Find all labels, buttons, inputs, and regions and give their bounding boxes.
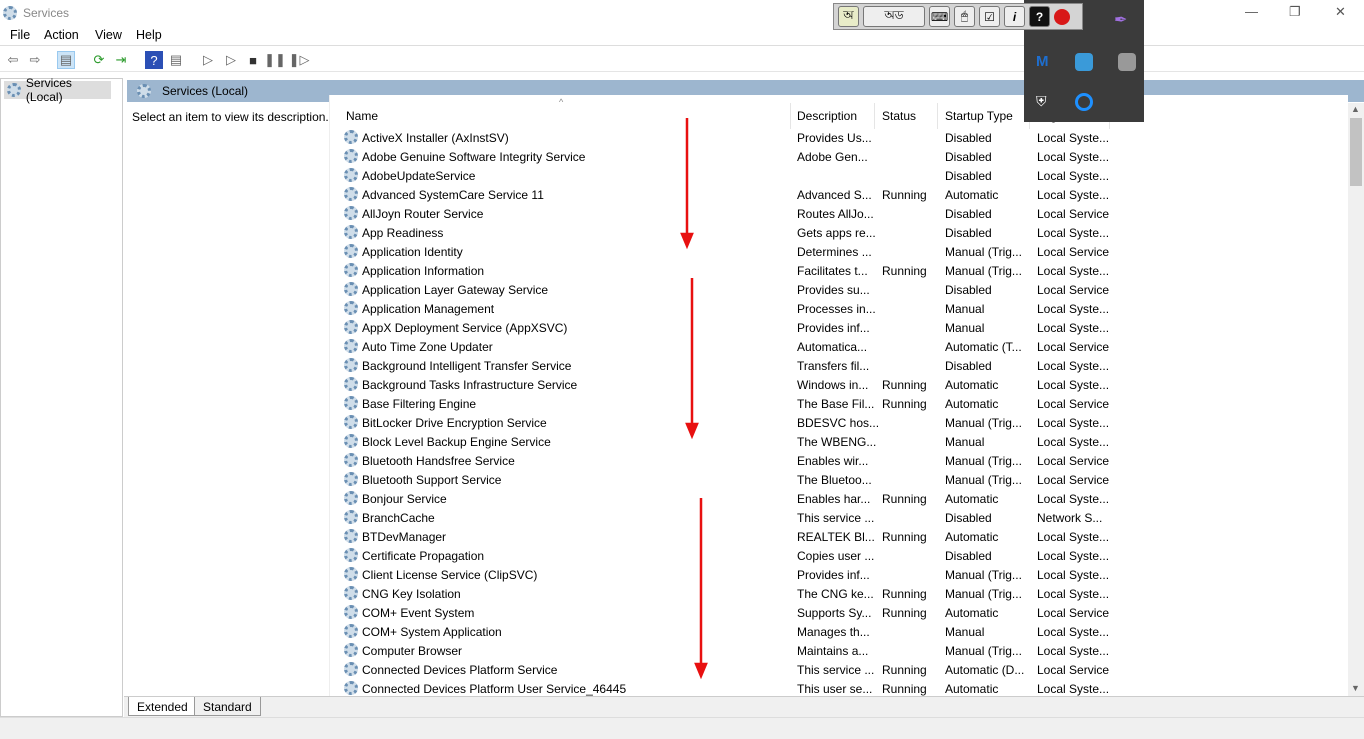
intel-icon[interactable]	[1075, 53, 1093, 71]
ime-toolbar: অ অড ⌨ 🖱 ☑ i ?	[833, 3, 1083, 30]
view-tabs: Extended Standard	[124, 696, 1364, 717]
malwarebytes-icon[interactable]: M	[1036, 53, 1049, 70]
annotation-arrows	[680, 118, 708, 680]
ime-lang-button[interactable]: অ	[838, 6, 859, 27]
close-ime-icon[interactable]	[1054, 8, 1070, 25]
feather-icon[interactable]: ✒	[1114, 10, 1127, 30]
tab-extended[interactable]: Extended	[128, 697, 197, 716]
security-shield-icon[interactable]: ⛨	[1036, 93, 1047, 110]
status-bar	[0, 717, 1364, 739]
tab-standard[interactable]: Standard	[194, 697, 261, 716]
red-arrow-head	[694, 662, 708, 680]
info-icon[interactable]: i	[1004, 6, 1025, 27]
app-circle-icon[interactable]	[1075, 93, 1093, 111]
keyboard-icon[interactable]: ⌨	[929, 6, 950, 27]
red-arrow-head	[685, 422, 699, 440]
help-icon[interactable]: ?	[1029, 6, 1050, 27]
red-arrow-head	[680, 232, 694, 250]
ime-layout-select[interactable]: অড	[863, 6, 925, 27]
checkbox-icon[interactable]: ☑	[979, 6, 1000, 27]
mouse-icon[interactable]: 🖱	[954, 6, 975, 27]
device-error-icon[interactable]	[1118, 53, 1136, 71]
